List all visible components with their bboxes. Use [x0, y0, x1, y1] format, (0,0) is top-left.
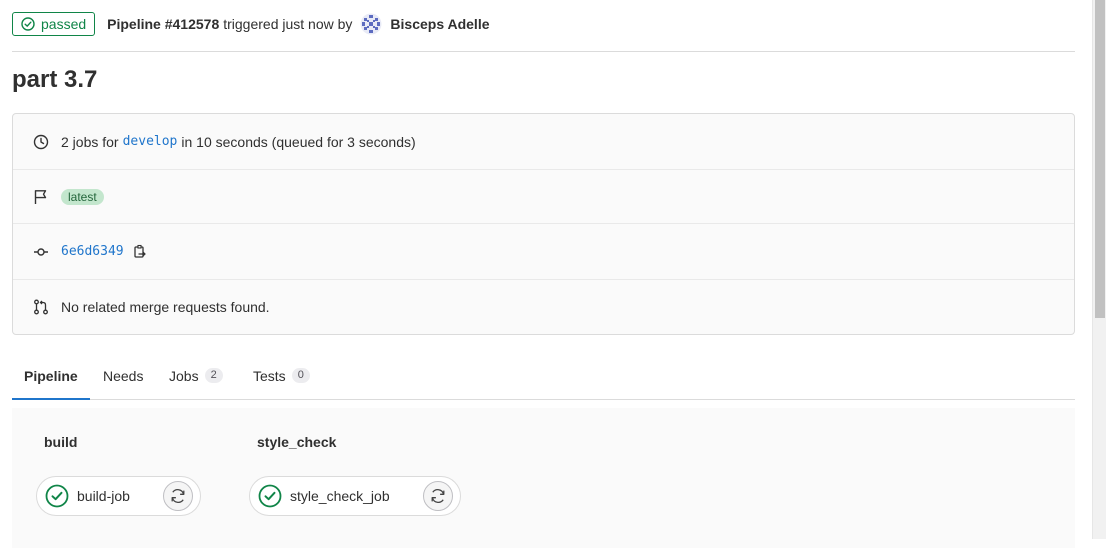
check-circle-icon — [258, 484, 282, 508]
commit-sha-link[interactable]: 6e6d6349 — [61, 244, 124, 259]
commit-icon — [33, 244, 49, 260]
jobs-row: 2 jobs for develop in 10 seconds (queued… — [13, 114, 1074, 169]
check-circle-icon — [45, 484, 69, 508]
tab-label: Jobs — [169, 367, 199, 384]
flag-icon — [33, 189, 49, 205]
retry-icon — [429, 487, 447, 505]
tab-pipeline[interactable]: Pipeline — [12, 352, 90, 400]
job-style-check-job[interactable]: style_check_job — [249, 476, 461, 516]
tags-row: latest — [13, 170, 1074, 223]
tab-needs[interactable]: Needs — [103, 352, 143, 399]
stage-title-style-check: style_check — [257, 434, 337, 450]
branch-link[interactable]: develop — [123, 134, 178, 149]
tab-label: Needs — [103, 367, 144, 384]
clock-icon — [33, 134, 49, 150]
job-name: style_check_job — [290, 488, 390, 504]
status-label: passed — [41, 16, 87, 32]
scrollbar-thumb[interactable] — [1095, 0, 1105, 318]
jobs-count-badge: 2 — [204, 368, 223, 383]
pipeline-graph: build build-job style_check style_check_… — [12, 408, 1075, 548]
pipeline-id: Pipeline #412578 — [107, 16, 220, 32]
merge-requests-text: No related merge requests found. — [61, 299, 270, 315]
user-name-link[interactable]: Bisceps Adelle — [390, 16, 489, 32]
pipeline-trigger-text: triggered just now by — [223, 16, 353, 32]
page-scrollbar[interactable] — [1092, 0, 1106, 539]
merge-request-icon — [33, 299, 49, 315]
retry-button[interactable] — [423, 481, 453, 511]
tab-tests[interactable]: Tests 0 — [253, 352, 310, 399]
page-title: part 3.7 — [12, 66, 98, 93]
pipeline-info-card: 2 jobs for develop in 10 seconds (queued… — [12, 113, 1075, 335]
tab-label: Tests — [253, 367, 286, 384]
latest-badge: latest — [61, 188, 104, 205]
retry-icon — [169, 487, 187, 505]
job-build-job[interactable]: build-job — [36, 476, 201, 516]
merge-request-row: No related merge requests found. — [13, 280, 1074, 334]
pipeline-header: passed Pipeline #412578 triggered just n… — [12, 11, 490, 37]
status-badge[interactable]: passed — [12, 12, 96, 36]
tests-count-badge: 0 — [291, 368, 310, 383]
check-circle-icon — [21, 17, 35, 31]
jobs-summary-prefix: 2 jobs for — [61, 133, 119, 150]
tab-label: Pipeline — [24, 367, 78, 384]
header-divider — [12, 51, 1075, 52]
avatar[interactable] — [360, 13, 382, 35]
tab-jobs[interactable]: Jobs 2 — [169, 352, 223, 399]
pipeline-tabs: Pipeline Needs Jobs 2 Tests 0 — [12, 352, 1075, 400]
stage-title-build: build — [44, 434, 78, 450]
copy-icon[interactable] — [132, 244, 148, 260]
job-name: build-job — [77, 488, 130, 504]
retry-button[interactable] — [163, 481, 193, 511]
commit-row: 6e6d6349 — [13, 224, 1074, 279]
jobs-summary-suffix: in 10 seconds (queued for 3 seconds) — [181, 133, 416, 150]
